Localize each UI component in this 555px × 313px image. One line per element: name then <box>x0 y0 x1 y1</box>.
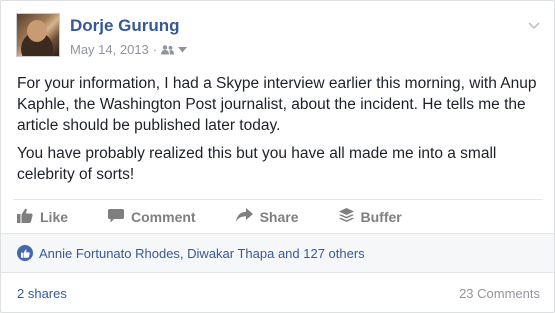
post-actions: Like Comment Share Buffer <box>13 199 542 233</box>
shares-link[interactable]: 2 shares <box>17 286 67 301</box>
like-label: Like <box>40 208 69 225</box>
share-label: Share <box>259 208 299 225</box>
post-date[interactable]: May 14, 2013 <box>70 42 149 57</box>
post-card: Dorje Gurung May 14, 2013 · For your inf… <box>0 0 555 313</box>
friends-icon[interactable] <box>161 44 175 55</box>
post-meta: May 14, 2013 · <box>70 42 188 57</box>
post-author[interactable]: Dorje Gurung <box>70 16 180 36</box>
chevron-down-icon[interactable] <box>528 17 540 30</box>
like-button[interactable]: Like <box>13 208 68 226</box>
post-footer: 2 shares 23 Comments <box>17 286 540 301</box>
meta-separator: · <box>152 42 158 57</box>
post-paragraph: You have probably realized this but you … <box>17 145 497 183</box>
comment-button[interactable]: Comment <box>104 208 196 226</box>
share-icon <box>235 208 253 225</box>
buffer-button[interactable]: Buffer <box>335 207 402 226</box>
buffer-label: Buffer <box>360 208 402 225</box>
caret-down-icon[interactable] <box>178 46 188 53</box>
like-badge-icon <box>17 245 33 261</box>
avatar[interactable] <box>16 13 60 57</box>
comment-label: Comment <box>131 208 196 225</box>
share-button[interactable]: Share <box>232 208 299 225</box>
likes-summary: Annie Fortunato Rhodes, Diwakar Thapa an… <box>1 233 554 273</box>
post-body: For your information, I had a Skype inte… <box>17 73 541 192</box>
thumbs-up-icon <box>17 208 33 226</box>
likers-link[interactable]: Annie Fortunato Rhodes, Diwakar Thapa an… <box>39 246 365 261</box>
buffer-icon <box>338 207 354 226</box>
post-paragraph: For your information, I had a Skype inte… <box>17 75 537 134</box>
comment-icon <box>108 208 125 226</box>
comments-link[interactable]: 23 Comments <box>459 286 540 301</box>
